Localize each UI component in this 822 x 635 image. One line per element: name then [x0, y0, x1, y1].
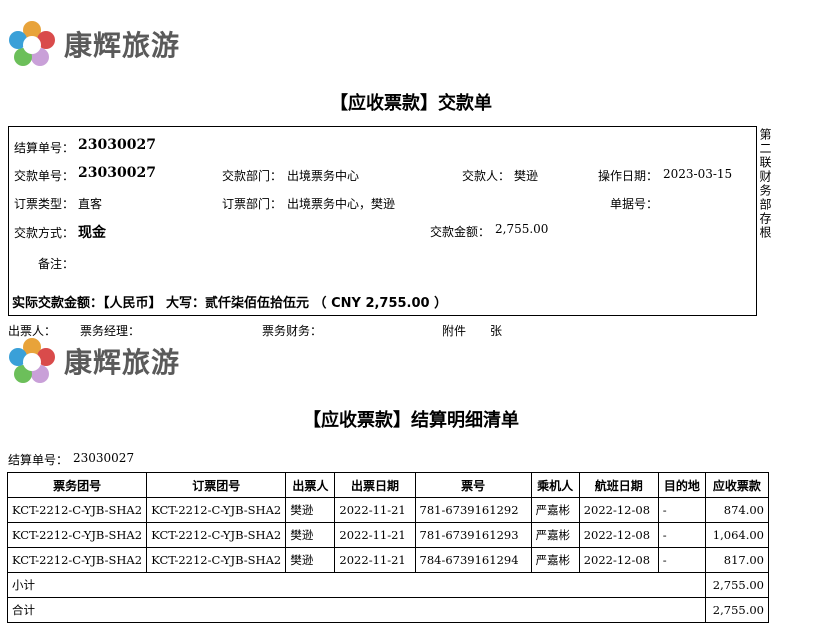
payer-label: 交款人： [462, 169, 511, 183]
op-date: 2023-03-15 [663, 167, 733, 181]
cell: - [657, 547, 706, 573]
table-row: KCT-2212-C-YJB-SHA2 KCT-2212-C-YJB-SHA2 … [6, 497, 770, 523]
receipt-title: 【应收票款】交款单 [330, 93, 492, 114]
op-date-label: 操作日期： [598, 169, 659, 183]
cell: 2022-11-21 [334, 547, 416, 573]
detail-settle-no: 23030027 [73, 451, 135, 465]
col-header: 应收票款 [704, 472, 770, 498]
sig-attach: 附件 [442, 324, 467, 338]
col-header: 订票团号 [146, 472, 287, 498]
cell: 2022-11-21 [334, 497, 416, 523]
order-dept-label: 订票部门： [222, 197, 283, 211]
cell: - [657, 522, 706, 548]
kanghui-logo-icon [9, 21, 55, 66]
ticket-type: 直客 [78, 197, 103, 211]
settle-no: 23030027 [78, 137, 156, 153]
payer: 樊逊 [514, 169, 539, 183]
subtotal-label: 小计 [7, 572, 706, 598]
pay-method: 现金 [78, 225, 106, 241]
amount: 2,755.00 [495, 222, 549, 236]
cell: KCT-2212-C-YJB-SHA2 [146, 522, 287, 548]
cell: 樊逊 [285, 497, 336, 523]
cell: 781-6739161293 [414, 522, 532, 548]
pay-no: 23030027 [78, 165, 156, 181]
cell: 874.00 [704, 497, 770, 523]
remark-label: 备注： [38, 257, 75, 271]
cell: KCT-2212-C-YJB-SHA2 [146, 497, 287, 523]
brand-name: 康辉旅游 [64, 346, 181, 379]
cell: 817.00 [704, 547, 770, 573]
table-row: KCT-2212-C-YJB-SHA2 KCT-2212-C-YJB-SHA2 … [6, 547, 770, 573]
total-row: 合计 2,755.00 [7, 597, 770, 623]
cell: 严嘉彬 [530, 547, 580, 573]
cell: KCT-2212-C-YJB-SHA2 [6, 497, 148, 523]
col-header: 乘机人 [530, 472, 580, 498]
cell: KCT-2212-C-YJB-SHA2 [6, 522, 148, 548]
amount-label: 交款金额： [430, 225, 491, 239]
brand-header-2: 康辉旅游 [8, 337, 180, 385]
brand-header: 康辉旅游 [8, 20, 180, 68]
cell: KCT-2212-C-YJB-SHA2 [146, 547, 287, 573]
brand-name: 康辉旅游 [64, 29, 181, 62]
cell: 1,064.00 [704, 522, 770, 548]
pay-dept-label: 交款部门： [222, 169, 283, 183]
detail-table: 票务团号 订票团号 出票人 出票日期 票号 乘机人 航班日期 目的地 应收票款 … [6, 472, 770, 623]
detail-title: 【应收票款】结算明细清单 [303, 410, 519, 431]
settle-no-label: 结算单号： [14, 141, 75, 155]
doc-no-label: 单据号： [610, 197, 659, 211]
cell: 2022-12-08 [578, 547, 659, 573]
ticket-type-label: 订票类型： [14, 197, 75, 211]
actual-amount: 实际交款金额：【人民币】 大写：贰仟柒佰伍拾伍元 （ CNY 2,755.00 … [12, 296, 448, 311]
col-header: 出票日期 [334, 472, 416, 498]
pay-dept: 出境票务中心 [287, 169, 360, 183]
cell: 2022-12-08 [578, 522, 659, 548]
side-note: 第二联财务部存根 [758, 128, 772, 240]
cell: 严嘉彬 [530, 522, 580, 548]
col-header: 票号 [414, 472, 532, 498]
sig-sheets: 张 [490, 324, 503, 338]
table-row: KCT-2212-C-YJB-SHA2 KCT-2212-C-YJB-SHA2 … [6, 522, 770, 548]
subtotal-row: 小计 2,755.00 [7, 572, 770, 598]
order-dept: 出境票务中心，樊逊 [287, 197, 396, 211]
pay-no-label: 交款单号： [14, 169, 75, 183]
cell: 781-6739161292 [414, 497, 532, 523]
col-header: 航班日期 [578, 472, 659, 498]
subtotal-value: 2,755.00 [704, 572, 770, 598]
sig-finance: 票务财务： [262, 324, 323, 338]
cell: - [657, 497, 706, 523]
col-header: 出票人 [285, 472, 336, 498]
receipt-box: 结算单号： 23030027 交款单号： 23030027 交款部门： 出境票务… [8, 126, 757, 316]
cell: 严嘉彬 [530, 497, 580, 523]
kanghui-logo-icon [9, 338, 55, 383]
cell: 樊逊 [285, 522, 336, 548]
cell: KCT-2212-C-YJB-SHA2 [6, 547, 148, 573]
cell: 樊逊 [285, 547, 336, 573]
total-value: 2,755.00 [704, 597, 770, 623]
cell: 2022-11-21 [334, 522, 416, 548]
col-header: 票务团号 [6, 472, 148, 498]
cell: 784-6739161294 [414, 547, 532, 573]
col-header: 目的地 [657, 472, 706, 498]
detail-settle-no-label: 结算单号： [8, 453, 69, 467]
total-label: 合计 [7, 597, 706, 623]
cell: 2022-12-08 [578, 497, 659, 523]
pay-method-label: 交款方式： [14, 226, 75, 240]
table-header-row: 票务团号 订票团号 出票人 出票日期 票号 乘机人 航班日期 目的地 应收票款 [6, 472, 770, 498]
